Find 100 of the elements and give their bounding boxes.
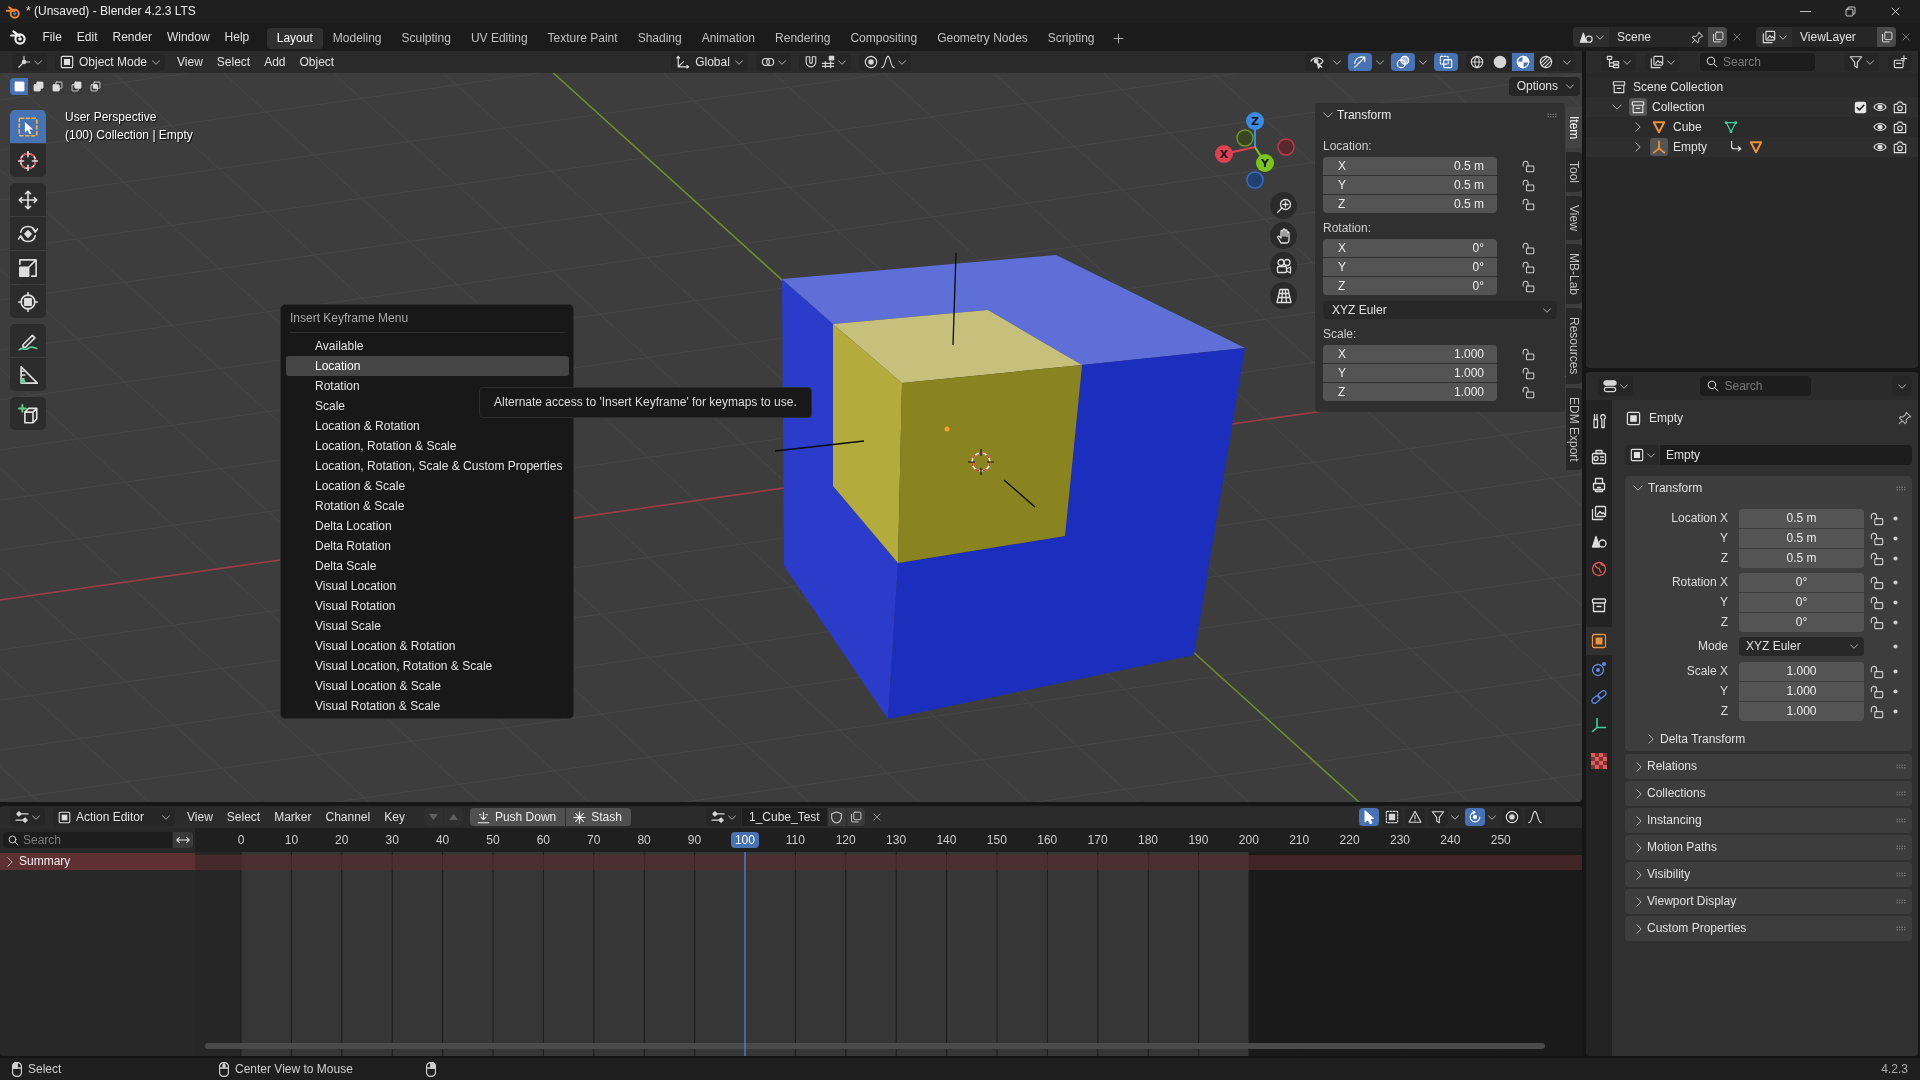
open-padlock-icon[interactable] [1522,347,1535,361]
filter-button[interactable] [1844,53,1879,71]
snap-dropdown[interactable] [798,53,851,71]
tool-button[interactable] [10,183,46,216]
outliner-row[interactable]: Collection [1586,97,1918,117]
xray-toggle[interactable] [1434,53,1458,71]
child-arrow-icon[interactable] [1729,140,1743,154]
drag-handle-icon[interactable] [1896,845,1906,850]
rotation-mode-dropdown[interactable]: XYZ Euler [1323,301,1557,319]
open-padlock-icon[interactable] [1870,615,1884,630]
eye-icon[interactable] [1873,120,1887,134]
drag-handle-icon[interactable] [1896,818,1906,823]
toggle-button[interactable] [1465,808,1485,826]
chevron-right-icon[interactable] [1636,815,1642,826]
menu-item[interactable]: Select [209,54,258,70]
dot-icon[interactable] [1893,689,1898,694]
name-field[interactable]: Empty [1660,445,1912,465]
number-field[interactable]: 1.000 [1739,682,1864,701]
workspace-tab[interactable]: UV Editing [460,28,538,49]
chevron-down-icon[interactable] [1323,112,1333,118]
pin-icon[interactable] [1898,411,1912,425]
properties-tab[interactable] [1586,627,1612,655]
mode-dropdown[interactable]: Object Mode [55,53,165,71]
sidebar-tab[interactable]: Item [1566,107,1582,149]
number-field[interactable]: 0.5 m [1739,549,1864,568]
tool-button[interactable] [10,144,46,177]
sidebar-tab[interactable]: View [1566,196,1582,241]
open-padlock-icon[interactable] [1522,385,1535,399]
menu-item[interactable]: Channel [318,809,378,825]
shading-mode-button[interactable] [1535,53,1557,71]
tool-button[interactable] [10,251,46,284]
chevron-right-icon[interactable] [1648,734,1654,744]
number-field[interactable]: X 0° [1323,239,1497,257]
toggle-button[interactable] [1405,808,1425,826]
dot-icon[interactable] [1893,709,1898,714]
menu-item[interactable]: Location & Rotation [286,416,569,436]
panel-header[interactable]: Viewport Display [1625,889,1912,914]
chevron-right-icon[interactable] [1636,869,1642,880]
dot-icon[interactable] [1893,556,1898,561]
zoom-button[interactable] [1270,192,1297,219]
camera-icon[interactable] [1893,140,1907,154]
push-down-button[interactable]: Push Down [469,808,566,826]
shading-mode-button[interactable] [1512,53,1534,71]
open-padlock-icon[interactable] [1522,159,1535,173]
app-logo-icon[interactable] [10,29,26,45]
open-padlock-icon[interactable] [1870,684,1884,699]
view-layer-name-field[interactable]: ViewLayer [1792,27,1877,47]
menu-item[interactable]: Delta Location [286,516,569,536]
number-field[interactable]: 1.000 [1739,662,1864,681]
chevron-right-icon[interactable] [1636,923,1642,934]
workspace-tab[interactable]: Compositing [840,28,928,49]
dot-icon[interactable] [1893,620,1898,625]
toggle-button[interactable] [1502,808,1522,826]
options-dropdown[interactable]: Options [1508,77,1580,96]
panel-header[interactable]: Motion Paths [1625,835,1912,860]
number-field[interactable]: Z 0.5 m [1323,195,1497,213]
sidebar-tab[interactable]: Tool [1566,152,1582,193]
selection-mode-button[interactable] [10,78,28,95]
dot-icon[interactable] [1893,536,1898,541]
axis-ball[interactable]: X [1215,145,1256,163]
open-padlock-icon[interactable] [1870,575,1884,590]
open-padlock-icon[interactable] [1870,704,1884,719]
menu-item[interactable]: Help [217,29,257,45]
caret-icon[interactable] [1333,59,1341,65]
scene-name-field[interactable]: Scene [1609,27,1708,47]
menu-item[interactable]: Object [292,54,342,70]
drag-handle-icon[interactable] [1547,112,1557,118]
overlay-toggle[interactable] [1391,53,1415,71]
chevron-right-icon[interactable] [1636,761,1642,772]
scene-menu-button[interactable] [1573,27,1609,47]
triangle-vertices-icon[interactable] [1723,120,1738,134]
menu-item[interactable]: Location, Rotation, Scale & Custom Properties [286,456,569,476]
drag-handle-icon[interactable] [1896,872,1906,877]
panel-header[interactable]: Visibility [1625,862,1912,887]
proportional-dropdown[interactable] [858,53,911,71]
perspective-toggle-button[interactable] [1270,282,1297,309]
menu-item[interactable]: Visual Location, Rotation & Scale [286,656,569,676]
sidebar-tab[interactable]: Resources [1566,308,1582,384]
menu-item[interactable]: Visual Rotation & Scale [286,696,569,716]
workspace-tab[interactable]: Layout [266,28,323,49]
number-field[interactable]: Y 1.000 [1323,364,1497,382]
menu-item[interactable]: Window [159,29,218,45]
caret-icon[interactable] [1488,814,1496,820]
subpanel-title[interactable]: Delta Transform [1660,731,1746,747]
search-field[interactable]: Search [1699,376,1811,396]
action-menu-button[interactable] [705,808,741,826]
drag-handle-icon[interactable] [1896,791,1906,796]
menu-item[interactable]: Location [286,356,569,376]
workspace-tab[interactable]: Rendering [765,28,841,49]
chevron-right-icon[interactable] [1636,788,1642,799]
menu-item[interactable]: Delta Scale [286,556,569,576]
number-field[interactable]: 0° [1739,593,1864,612]
open-padlock-icon[interactable] [1870,511,1884,526]
current-frame-badge[interactable]: 100 [730,831,759,849]
camera-view-button[interactable] [1270,252,1297,279]
tool-button[interactable] [10,358,46,391]
number-field[interactable]: Z 0° [1323,277,1497,295]
number-field[interactable]: Y 0.5 m [1323,176,1497,194]
fake-user-button[interactable] [827,808,846,826]
menu-item[interactable]: Available [286,336,569,356]
